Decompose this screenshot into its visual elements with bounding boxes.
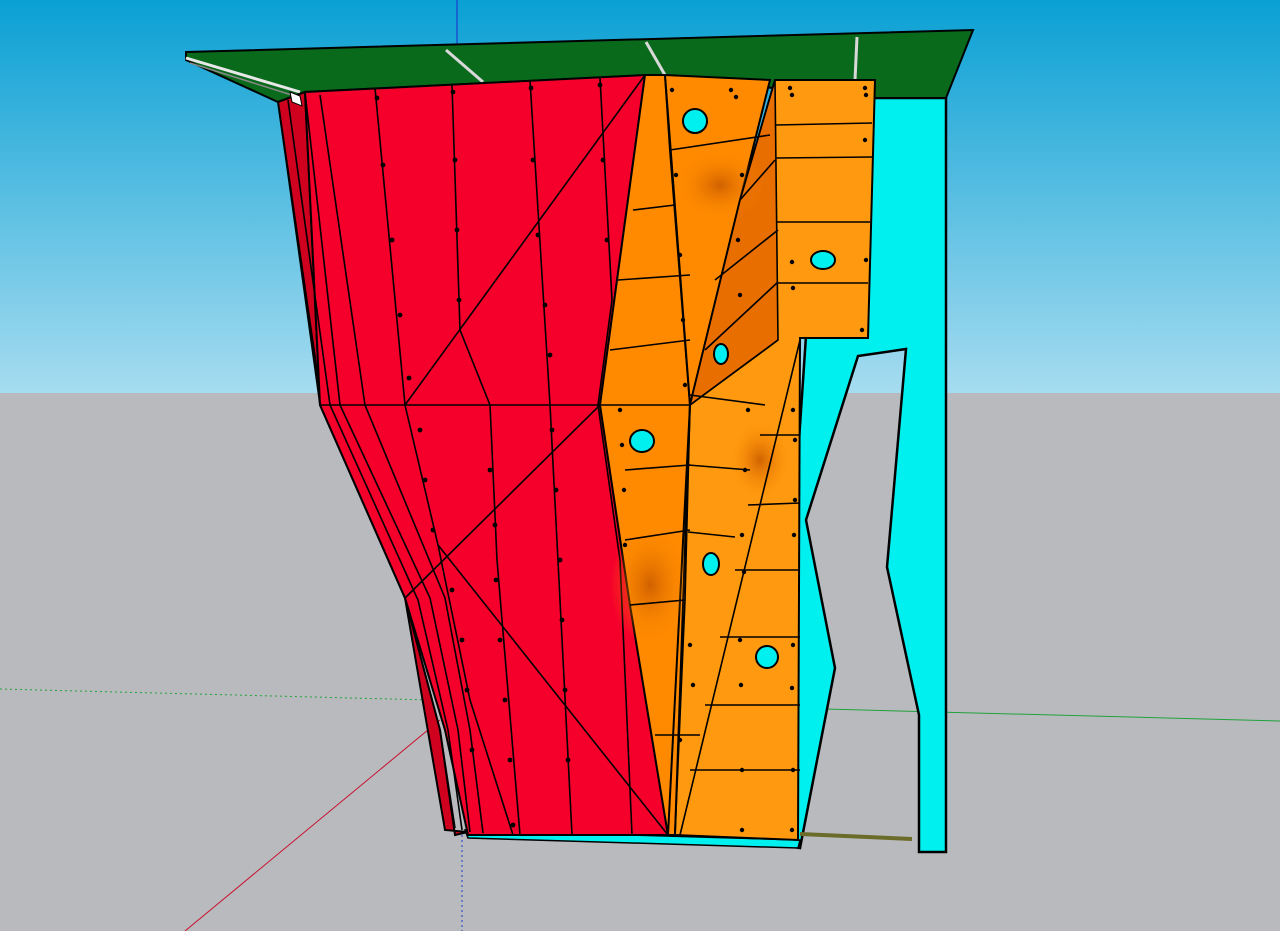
orange-shade-2 <box>610 525 690 645</box>
hold-icon[interactable] <box>682 108 708 134</box>
hold-icon[interactable] <box>713 343 729 365</box>
scene-canvas[interactable] <box>0 0 1280 931</box>
hold-icon[interactable] <box>702 552 720 576</box>
hold-icon[interactable] <box>629 429 655 453</box>
model-viewport[interactable] <box>0 0 1280 931</box>
roof-rail-right <box>853 36 859 81</box>
orange-shade-3 <box>730 420 790 500</box>
hold-icon[interactable] <box>755 645 779 669</box>
hold-icon[interactable] <box>810 250 836 270</box>
